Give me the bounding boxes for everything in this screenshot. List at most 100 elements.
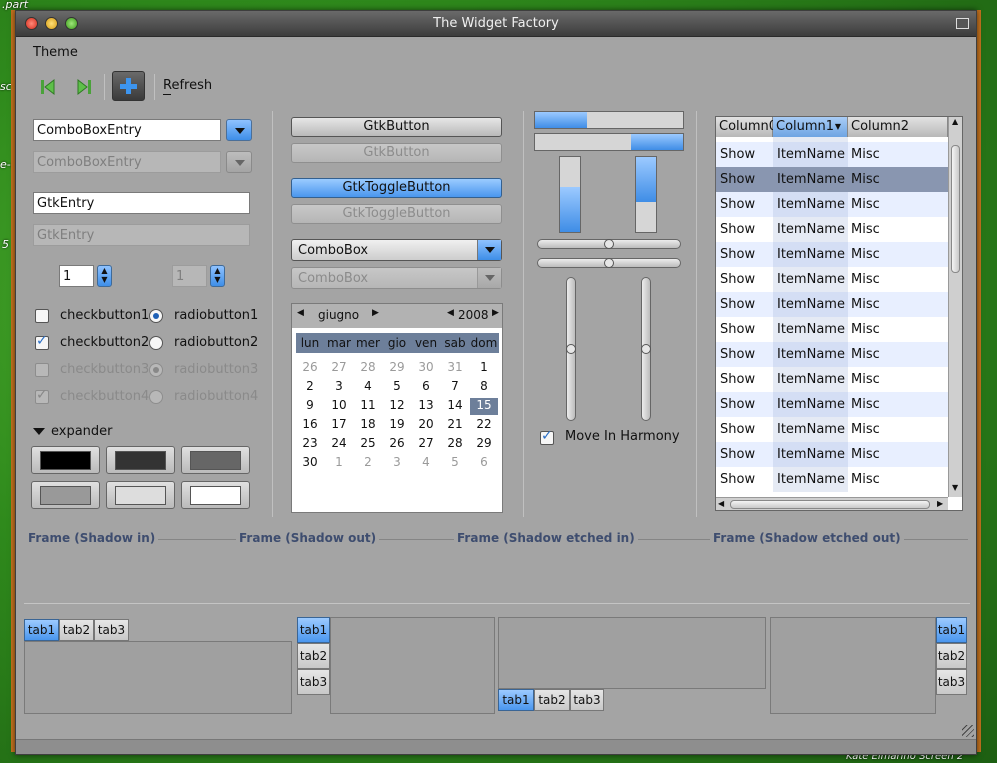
title-bar[interactable]: The Widget Factory (16, 11, 976, 37)
tree-row[interactable]: Show ItemName Misc (716, 242, 948, 267)
menu-theme[interactable]: Theme (33, 45, 78, 60)
calendar-day[interactable]: 17 (325, 417, 353, 431)
calendar-day[interactable]: 4 (412, 455, 440, 469)
column-header-2[interactable]: Column2 (848, 117, 948, 137)
color-swatch-button[interactable] (106, 481, 175, 509)
calendar-day[interactable]: 19 (383, 417, 411, 431)
calendar-day[interactable]: 4 (354, 379, 382, 393)
notebook-bottom-tab3[interactable]: tab3 (570, 689, 604, 711)
horizontal-scale-2[interactable] (537, 258, 681, 268)
tree-row[interactable]: Show ItemName Misc (716, 142, 948, 167)
go-last-icon[interactable] (74, 77, 94, 97)
notebook-left-tab3[interactable]: tab3 (297, 669, 330, 695)
expander-label[interactable]: expander (51, 424, 113, 439)
calendar-day[interactable]: 8 (470, 379, 498, 393)
calendar-day[interactable]: 14 (441, 398, 469, 412)
calendar-day[interactable]: 27 (325, 360, 353, 374)
calendar-day[interactable]: 25 (354, 436, 382, 450)
calendar-day[interactable]: 7 (441, 379, 469, 393)
radiobutton1-label[interactable]: radiobutton1 (174, 308, 258, 323)
checkbutton1-box[interactable] (35, 309, 49, 323)
column-header-1[interactable]: Column1 ▼ (773, 117, 848, 137)
calendar-day[interactable]: 13 (412, 398, 440, 412)
move-in-harmony-label[interactable]: Move In Harmony (565, 429, 680, 444)
gtk-button[interactable]: GtkButton (291, 117, 502, 137)
calendar-day[interactable]: 21 (441, 417, 469, 431)
tree-row[interactable]: Show ItemName Misc (716, 167, 948, 192)
scrollbar-thumb[interactable] (951, 145, 960, 273)
scroll-up-icon[interactable]: ▲ (952, 117, 958, 126)
prev-month-icon[interactable]: ◀ (297, 308, 304, 318)
calendar-day[interactable]: 27 (412, 436, 440, 450)
vertical-scrollbar[interactable]: ▲ ▼ (948, 117, 962, 497)
tree-row[interactable]: Show ItemName Misc (716, 317, 948, 342)
vertical-scale-1[interactable] (566, 277, 576, 421)
calendar-day[interactable]: 11 (354, 398, 382, 412)
notebook-right-tab3[interactable]: tab3 (936, 669, 967, 695)
tree-row[interactable]: Show ItemName Misc (716, 467, 948, 492)
refresh-button[interactable]: Refresh (163, 78, 212, 93)
calendar-day[interactable]: 2 (354, 455, 382, 469)
calendar-day[interactable]: 31 (441, 360, 469, 374)
radiobutton2-label[interactable]: radiobutton2 (174, 335, 258, 350)
scale-knob[interactable] (641, 344, 651, 354)
radiobutton2-circle[interactable] (149, 336, 163, 350)
calendar-day[interactable]: 6 (412, 379, 440, 393)
calendar-day[interactable]: 22 (470, 417, 498, 431)
next-year-icon[interactable]: ▶ (492, 308, 499, 318)
expander-arrow-icon[interactable] (33, 428, 45, 435)
calendar-day[interactable]: 29 (470, 436, 498, 450)
scroll-left-icon[interactable]: ◀ (718, 499, 724, 508)
color-swatch-button[interactable] (181, 481, 250, 509)
color-swatch-button[interactable] (181, 446, 250, 474)
next-month-icon[interactable]: ▶ (372, 308, 379, 318)
tree-view[interactable]: Show ItemName Misc Show ItemName Misc Show Item… (715, 116, 963, 511)
calendar-day[interactable]: 1 (470, 360, 498, 374)
tree-row[interactable]: Show ItemName Misc (716, 392, 948, 417)
tree-row[interactable]: Show ItemName Misc (716, 342, 948, 367)
combo-box-arrow-icon[interactable] (477, 240, 501, 260)
checkbutton1-label[interactable]: checkbutton1 (60, 308, 149, 323)
add-toggle-button[interactable] (112, 71, 145, 101)
spin-arrows-icon[interactable]: ▲ ▼ (97, 265, 112, 287)
calendar-day[interactable]: 15 (470, 398, 498, 415)
radiobutton1-circle[interactable] (149, 309, 163, 323)
gtk-toggle-button[interactable]: GtkToggleButton (291, 178, 502, 198)
notebook-right-tab1[interactable]: tab1 (936, 617, 967, 643)
horizontal-scale-1[interactable] (537, 239, 681, 249)
tree-row[interactable]: Show ItemName Misc (716, 217, 948, 242)
calendar-day[interactable]: 18 (354, 417, 382, 431)
calendar-day[interactable]: 29 (383, 360, 411, 374)
tree-row[interactable]: Show ItemName Misc (716, 442, 948, 467)
scrollbar-thumb[interactable] (730, 500, 930, 509)
tree-row[interactable]: Show ItemName Misc (716, 267, 948, 292)
tree-row[interactable]: Show ItemName Misc (716, 192, 948, 217)
scale-knob[interactable] (604, 258, 614, 268)
tree-row[interactable]: Show ItemName Misc (716, 292, 948, 317)
calendar-day[interactable]: 3 (325, 379, 353, 393)
calendar-day[interactable]: 24 (325, 436, 353, 450)
notebook-left-tab2[interactable]: tab2 (297, 643, 330, 669)
scale-knob[interactable] (566, 344, 576, 354)
calendar-day[interactable]: 1 (325, 455, 353, 469)
gtk-entry[interactable]: GtkEntry (33, 192, 250, 214)
restore-window-icon[interactable] (956, 18, 969, 29)
notebook-bottom-tab1[interactable]: tab1 (498, 689, 534, 711)
notebook-top-tab3[interactable]: tab3 (94, 619, 129, 641)
combo-entry-dropdown-button[interactable] (226, 119, 252, 141)
calendar-day[interactable]: 2 (296, 379, 324, 393)
checkbutton2-label[interactable]: checkbutton2 (60, 335, 149, 350)
calendar-day[interactable]: 5 (441, 455, 469, 469)
notebook-bottom-tab2[interactable]: tab2 (534, 689, 570, 711)
vertical-scale-2[interactable] (641, 277, 651, 421)
scale-knob[interactable] (604, 239, 614, 249)
calendar-day[interactable]: 16 (296, 417, 324, 431)
move-in-harmony-checkbox[interactable] (540, 428, 554, 445)
scroll-right-icon[interactable]: ▶ (937, 499, 943, 508)
combo-box[interactable]: ComboBox (291, 239, 502, 261)
prev-year-icon[interactable]: ◀ (447, 308, 454, 318)
combo-box-entry[interactable]: ComboBoxEntry (33, 119, 221, 141)
calendar-day[interactable]: 5 (383, 379, 411, 393)
calendar-day[interactable]: 28 (441, 436, 469, 450)
calendar-day[interactable]: 6 (470, 455, 498, 469)
